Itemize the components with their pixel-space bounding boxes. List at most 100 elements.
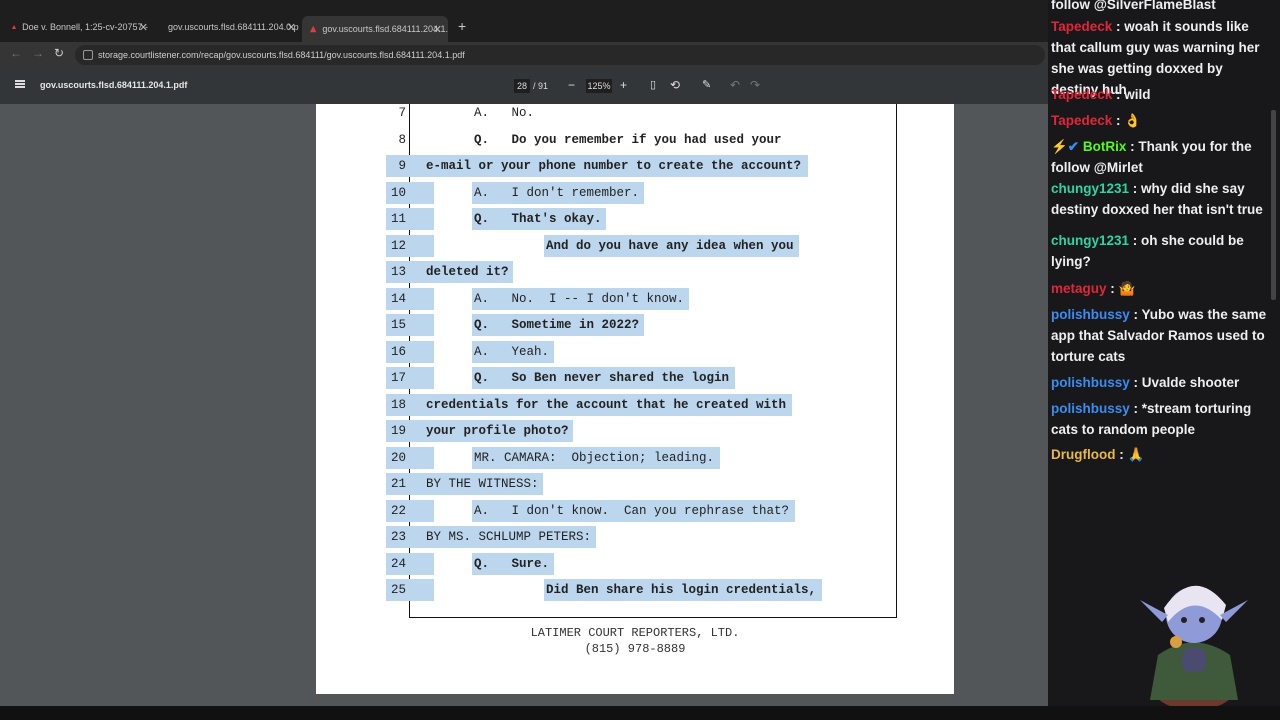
- chat-text: 🙏: [1127, 447, 1145, 462]
- line-text: Did Ben share his login credentials,: [546, 583, 817, 597]
- transcript-line: 9 e-mail or your phone number to create t…: [316, 153, 954, 179]
- chat-username[interactable]: chungy1231: [1051, 181, 1129, 196]
- line-number: 19: [390, 424, 406, 438]
- zoom-out-icon[interactable]: −: [568, 78, 575, 92]
- line-number: 15: [390, 318, 406, 332]
- chat-username[interactable]: chungy1231: [1051, 233, 1129, 248]
- transcript-line: 13 deleted it?: [316, 259, 954, 285]
- chat-scrollbar[interactable]: [1271, 110, 1276, 300]
- forward-icon[interactable]: →: [32, 46, 44, 60]
- chat-username[interactable]: polishbussy: [1051, 375, 1130, 390]
- footer-company: LATIMER COURT REPORTERS, LTD.: [530, 626, 740, 640]
- chat-message: Drugflood : 🙏: [1051, 444, 1273, 465]
- url-field[interactable]: storage.courtlistener.com/recap/gov.usco…: [75, 45, 1045, 65]
- transcript-line: 11 Q. That's okay.: [316, 206, 954, 232]
- line-text: e-mail or your phone number to create th…: [426, 159, 802, 173]
- line-number: 11: [390, 212, 406, 226]
- line-number: 23: [390, 530, 406, 544]
- streamer-avatar: [1140, 585, 1248, 710]
- menu-icon[interactable]: [15, 80, 25, 88]
- chat-separator: :: [1129, 181, 1142, 196]
- undo-icon[interactable]: ↶: [730, 78, 740, 92]
- tab-title: gov.uscourts.flsd.684111.204.0.p: [168, 22, 299, 32]
- chat-username[interactable]: polishbussy: [1051, 401, 1130, 416]
- chat-message: Tapedeck : 👌: [1051, 110, 1273, 131]
- transcript-line: 16 A. Yeah.: [316, 339, 954, 365]
- line-number: 22: [390, 503, 406, 518]
- line-number: 12: [390, 238, 406, 253]
- tab-title: gov.uscourts.flsd.684111.204.1.: [322, 24, 448, 34]
- chat-username[interactable]: Tapedeck: [1051, 87, 1112, 102]
- line-number: 24: [390, 556, 406, 571]
- browser-tab-2[interactable]: gov.uscourts.flsd.684111.204.0.p ✕: [162, 18, 299, 36]
- chat-separator: :: [1129, 307, 1142, 322]
- chat-separator: :: [1112, 87, 1125, 102]
- close-icon[interactable]: ✕: [287, 21, 296, 34]
- tab-title: Doe v. Bonnell, 1:25-cv-20757 -: [22, 22, 148, 32]
- chat-message: polishbussy : *stream torturing cats to …: [1051, 398, 1273, 440]
- chat-username[interactable]: Drugflood: [1051, 447, 1115, 462]
- transcript-line: 20 MR. CAMARA: Objection; leading.: [316, 445, 954, 471]
- line-text: Q. That's okay.: [474, 212, 602, 226]
- transcript-line: 8 Q. Do you remember if you had used your: [316, 127, 954, 153]
- chat-username[interactable]: polishbussy: [1051, 307, 1130, 322]
- line-number: 10: [390, 185, 406, 200]
- line-number: 9: [398, 159, 406, 173]
- fit-page-icon[interactable]: ▯: [650, 78, 656, 91]
- zoom-in-icon[interactable]: +: [620, 78, 627, 92]
- line-number: 21: [390, 477, 406, 491]
- chat-message: chungy1231 : oh she could be lying?: [1051, 230, 1273, 272]
- chat-message: polishbussy : Yubo was the same app that…: [1051, 304, 1273, 367]
- line-text: Q. So Ben never shared the login: [474, 371, 730, 385]
- chat-username[interactable]: BotRix: [1083, 139, 1127, 154]
- transcript-line: 25 Did Ben share his login credentials,: [316, 577, 954, 603]
- line-number: 8: [398, 132, 406, 147]
- chat-message: chungy1231 : why did she say destiny dox…: [1051, 178, 1273, 220]
- transcript-line: 21 BY THE WITNESS:: [316, 471, 954, 497]
- back-icon[interactable]: ←: [10, 46, 22, 60]
- line-text: A. No. I -- I don't know.: [474, 291, 685, 306]
- zoom-input[interactable]: 125%: [586, 79, 612, 93]
- pdf-icon: [12, 24, 17, 30]
- address-bar: ← → ↻ storage.courtlistener.com/recap/go…: [0, 42, 1048, 68]
- browser-tab-1[interactable]: Doe v. Bonnell, 1:25-cv-20757 - ✕: [12, 18, 148, 36]
- line-text: BY MS. SCHLUMP PETERS:: [426, 530, 592, 544]
- chat-separator: :: [1126, 139, 1139, 154]
- close-icon[interactable]: ✕: [139, 21, 148, 34]
- footer-phone: (815) 978-8889: [584, 642, 686, 656]
- pdf-page: 7 A. No. 8 Q. Do you remember if you had us…: [316, 104, 954, 694]
- browser-tab-3[interactable]: gov.uscourts.flsd.684111.204.1. ✕: [302, 16, 448, 42]
- line-text: credentials for the account that he crea…: [426, 397, 787, 412]
- chat-username[interactable]: Tapedeck: [1051, 113, 1112, 128]
- document-title: gov.uscourts.flsd.684111.204.1.pdf: [40, 80, 188, 90]
- new-tab-icon[interactable]: +: [458, 18, 466, 34]
- transcript-line: 22 A. I don't know. Can you rephrase that…: [316, 498, 954, 524]
- line-number: 13: [390, 265, 406, 279]
- line-text: your profile photo?: [426, 424, 569, 438]
- chat-username[interactable]: metaguy: [1051, 281, 1107, 296]
- redo-icon[interactable]: ↷: [750, 78, 760, 92]
- pdf-toolbar: gov.uscourts.flsd.684111.204.1.pdf 28 / …: [0, 68, 1215, 104]
- line-number: 20: [390, 450, 406, 465]
- chat-text: 🤷: [1118, 281, 1136, 296]
- site-info-icon[interactable]: [83, 50, 93, 60]
- page-number-input[interactable]: 28: [514, 79, 530, 93]
- close-icon[interactable]: ✕: [433, 23, 442, 36]
- bot-badge-icon: ⚡✔: [1051, 139, 1083, 154]
- line-text: Q. Do you remember if you had used your: [474, 132, 782, 147]
- line-number: 7: [398, 106, 406, 120]
- chat-message: ⚡✔ BotRix : Thank you for the follow @Mi…: [1051, 136, 1273, 178]
- line-text: deleted it?: [426, 265, 509, 279]
- rotate-icon[interactable]: ⟲: [670, 78, 680, 92]
- tab-bar: Doe v. Bonnell, 1:25-cv-20757 - ✕ gov.us…: [0, 0, 1048, 42]
- line-text: BY THE WITNESS:: [426, 477, 539, 491]
- chat-username[interactable]: Tapedeck: [1051, 19, 1112, 34]
- line-number: 17: [390, 371, 406, 385]
- line-text: And do you have any idea when you: [546, 238, 794, 253]
- chat-text: wild: [1124, 87, 1151, 102]
- line-number: 18: [390, 397, 406, 412]
- annotate-icon[interactable]: ✎: [702, 78, 711, 91]
- reload-icon[interactable]: ↻: [54, 46, 64, 60]
- pdf-icon: [310, 25, 317, 33]
- pdf-viewer[interactable]: 7 A. No. 8 Q. Do you remember if you had us…: [0, 104, 1048, 720]
